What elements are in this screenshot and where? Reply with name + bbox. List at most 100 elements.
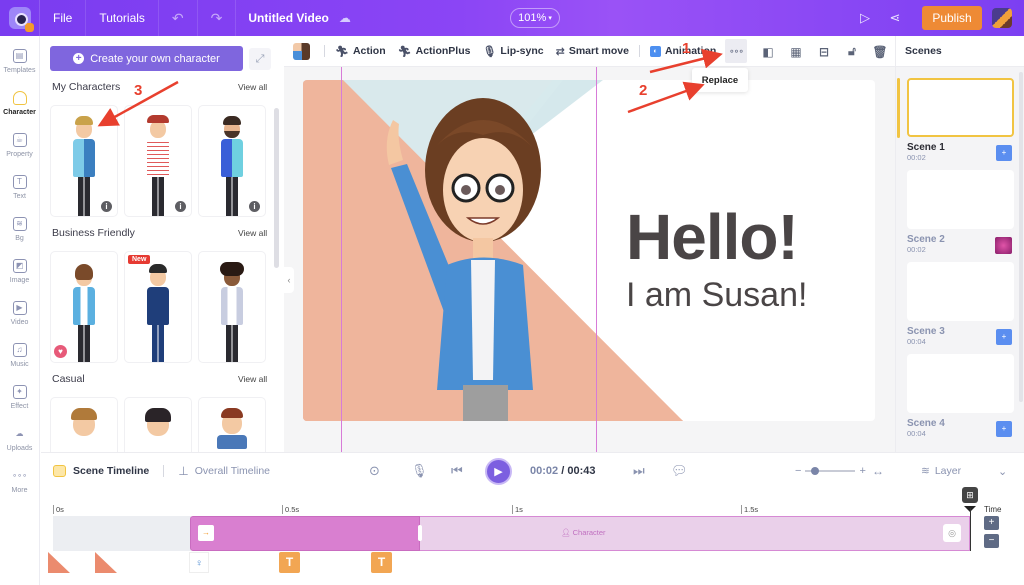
replace-menu-item[interactable]: Replace bbox=[692, 68, 748, 92]
more-options-button[interactable]: ∘∘∘ bbox=[725, 39, 747, 63]
transition-thumbnail-icon[interactable] bbox=[995, 237, 1012, 254]
character-track[interactable] bbox=[420, 516, 970, 551]
info-icon[interactable]: i bbox=[249, 201, 260, 212]
expand-icon[interactable]: ⤢ bbox=[249, 48, 271, 70]
character-card[interactable]: i bbox=[50, 105, 118, 217]
nav-text[interactable]: T Text bbox=[0, 166, 39, 208]
align-icon[interactable]: ⊟ bbox=[810, 45, 838, 59]
camera-focus-icon[interactable]: ⊙ bbox=[369, 453, 380, 489]
subtitle-icon[interactable]: 💬︎ bbox=[671, 453, 688, 489]
hello-heading[interactable]: Hello! bbox=[626, 205, 799, 269]
text-element-thumb[interactable]: T bbox=[279, 552, 300, 573]
scene-item[interactable]: Scene 3 00:04 + bbox=[907, 262, 1014, 346]
background-element-thumb[interactable] bbox=[48, 552, 70, 573]
enter-animation-icon[interactable]: → bbox=[198, 525, 214, 541]
smart-move-button[interactable]: ⇄ Smart move bbox=[556, 45, 629, 58]
text-element-thumb[interactable]: T bbox=[371, 552, 392, 573]
character-card[interactable] bbox=[198, 251, 266, 363]
app-logo[interactable] bbox=[0, 0, 40, 36]
collapse-timeline-icon[interactable]: ⌄ bbox=[998, 453, 1007, 489]
nav-character[interactable]: Character bbox=[0, 82, 39, 124]
add-transition-icon[interactable]: + bbox=[996, 421, 1012, 437]
nav-uploads[interactable]: ☁ Uploads bbox=[0, 418, 39, 460]
character-track-animated[interactable] bbox=[190, 516, 420, 551]
nav-effect[interactable]: ✦ Effect bbox=[0, 376, 39, 418]
collapse-panel-icon[interactable]: ‹ bbox=[284, 267, 294, 293]
add-transition-icon[interactable]: + bbox=[996, 329, 1012, 345]
nav-bg[interactable]: ≋ Bg bbox=[0, 208, 39, 250]
zoom-slider[interactable] bbox=[805, 467, 856, 475]
tutorials-menu[interactable]: Tutorials bbox=[86, 0, 159, 36]
scene-thumbnail[interactable] bbox=[907, 170, 1014, 229]
info-icon[interactable]: i bbox=[101, 201, 112, 212]
playhead-handle-icon[interactable]: ⊞ bbox=[962, 487, 978, 503]
video-title[interactable]: Untitled Video bbox=[236, 11, 338, 25]
publish-button[interactable]: Publish bbox=[922, 6, 982, 30]
add-transition-icon[interactable]: + bbox=[996, 145, 1012, 161]
transparency-icon[interactable]: ▦ bbox=[782, 45, 810, 59]
nav-property[interactable]: ☕ Property bbox=[0, 124, 39, 166]
zoom-out-icon[interactable]: − bbox=[795, 465, 801, 477]
actionplus-button[interactable]: 🏃︎ ActionPlus bbox=[398, 45, 471, 58]
nav-video[interactable]: ▶ Video bbox=[0, 292, 39, 334]
favorite-heart-icon[interactable]: ♥ bbox=[54, 345, 67, 358]
color-swatch[interactable] bbox=[293, 42, 310, 60]
tab-scene-timeline[interactable]: Scene Timeline bbox=[53, 464, 149, 477]
layer-button[interactable]: ≋ Layer bbox=[921, 453, 961, 489]
scene-thumbnail[interactable] bbox=[907, 354, 1014, 413]
character-card[interactable]: i bbox=[198, 105, 266, 217]
flip-icon[interactable]: ◧ bbox=[754, 45, 782, 59]
character-card[interactable] bbox=[198, 397, 266, 452]
background-element-thumb[interactable] bbox=[95, 552, 117, 573]
time-increase-button[interactable]: + bbox=[984, 516, 999, 530]
scene-thumbnail[interactable] bbox=[907, 262, 1014, 321]
susan-subheading[interactable]: I am Susan! bbox=[626, 278, 807, 312]
character-card[interactable] bbox=[50, 397, 118, 452]
scene-item[interactable]: Scene 2 00:02 bbox=[907, 170, 1014, 254]
time-decrease-button[interactable]: − bbox=[984, 534, 999, 548]
scene-stage[interactable]: Hello! I am Susan! bbox=[303, 80, 875, 421]
view-all-link[interactable]: View all bbox=[238, 374, 267, 384]
create-character-button[interactable]: + Create your own character bbox=[50, 46, 243, 71]
character-card[interactable]: New bbox=[124, 251, 192, 363]
scene-item[interactable]: Scene 1 00:02 + bbox=[907, 78, 1014, 162]
play-button[interactable]: ▶ bbox=[485, 457, 512, 485]
skip-back-icon[interactable]: ⏮︎ bbox=[451, 453, 463, 489]
skip-forward-icon[interactable]: ⏭︎ bbox=[633, 453, 645, 489]
nav-templates[interactable]: ▤ Templates bbox=[0, 40, 39, 82]
voice-record-icon[interactable]: 🎙︎ bbox=[411, 453, 428, 489]
trash-icon[interactable]: 🗑︎ bbox=[866, 45, 894, 59]
redo-icon[interactable]: ↷ bbox=[198, 0, 237, 36]
nav-more[interactable]: ∘∘∘ More bbox=[0, 460, 39, 502]
lip-sync-button[interactable]: 🎙︎ Lip-sync bbox=[482, 45, 543, 58]
nav-music[interactable]: ♫ Music bbox=[0, 334, 39, 376]
tab-overall-timeline[interactable]: ⊥ Overall Timeline bbox=[178, 464, 270, 478]
view-all-link[interactable]: View all bbox=[238, 82, 267, 92]
nav-image[interactable]: ◩ Image bbox=[0, 250, 39, 292]
zoom-in-icon[interactable]: + bbox=[859, 465, 865, 477]
zoom-slider-knob[interactable] bbox=[811, 467, 820, 475]
track-handle[interactable] bbox=[418, 525, 422, 541]
scenes-scrollbar[interactable] bbox=[1019, 72, 1023, 402]
character-icon bbox=[12, 90, 27, 105]
user-avatar[interactable] bbox=[992, 8, 1012, 28]
zoom-select[interactable]: 101% ▾ bbox=[510, 8, 560, 28]
lock-icon[interactable]: 🔓︎ bbox=[838, 44, 866, 59]
scene-item[interactable]: Scene 4 00:04 + bbox=[907, 354, 1014, 438]
share-icon[interactable]: ⋖ bbox=[882, 10, 908, 26]
character-element-thumb[interactable]: ♀ bbox=[189, 552, 209, 573]
character-card[interactable] bbox=[124, 397, 192, 452]
scene-thumbnail[interactable] bbox=[907, 78, 1014, 137]
exit-animation-icon[interactable]: ◎ bbox=[943, 524, 961, 542]
info-icon[interactable]: i bbox=[175, 201, 186, 212]
action-button[interactable]: 🏃︎ Action bbox=[335, 45, 386, 58]
fit-width-icon[interactable]: ↔ bbox=[872, 453, 884, 489]
view-all-link[interactable]: View all bbox=[238, 228, 267, 238]
playhead-line[interactable] bbox=[970, 508, 971, 551]
panel-scrollbar[interactable] bbox=[274, 108, 279, 268]
file-menu[interactable]: File bbox=[40, 0, 87, 36]
undo-icon[interactable]: ↶ bbox=[159, 0, 198, 36]
play-preview-icon[interactable]: ▷ bbox=[852, 10, 878, 26]
character-card[interactable]: ♥ bbox=[50, 251, 118, 363]
character-card[interactable]: i bbox=[124, 105, 192, 217]
